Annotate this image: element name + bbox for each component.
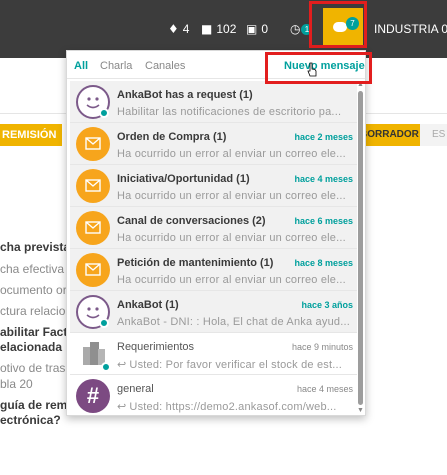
preview-title: general bbox=[117, 383, 154, 395]
preview-item[interactable]: AnkaBot (1) hace 3 años AnkaBot - DNI: :… bbox=[70, 291, 357, 333]
scroll-thumb[interactable] bbox=[358, 91, 363, 405]
preview-body: Ha ocurrido un error al enviar un correo… bbox=[117, 274, 346, 286]
preview-item[interactable]: Canal de conversaciones (2) hace 6 meses… bbox=[70, 207, 357, 249]
preview-item[interactable]: Orden de Compra (1) hace 2 meses Ha ocur… bbox=[70, 123, 357, 165]
preview-item[interactable]: Iniciativa/Oportunidad (1) hace 4 meses … bbox=[70, 165, 357, 207]
envelope-icon bbox=[76, 253, 110, 287]
preview-body: Usted: Por favor verificar el stock de e… bbox=[129, 359, 342, 371]
money-count: 0 bbox=[261, 22, 269, 36]
preview-title: AnkaBot has a request (1) bbox=[117, 89, 253, 101]
reply-icon: ↩ bbox=[117, 359, 127, 371]
truck-count: 102 bbox=[216, 22, 237, 36]
hand-cursor-icon bbox=[307, 62, 317, 77]
bot-avatar-icon bbox=[76, 85, 110, 119]
preview-title: AnkaBot (1) bbox=[117, 299, 179, 311]
field-label: cha prevista bbox=[0, 240, 71, 254]
preview-body: AnkaBot - DNI: : Hola, El chat de Anka a… bbox=[117, 316, 350, 328]
preview-item[interactable]: Petición de mantenimiento (1) hace 8 mes… bbox=[70, 249, 357, 291]
bot-avatar-icon bbox=[76, 295, 110, 329]
scroll-down-arrow-icon[interactable]: ▼ bbox=[357, 407, 364, 415]
field-label: cha efectiva bbox=[0, 262, 65, 276]
preview-date: hace 6 meses bbox=[294, 216, 353, 226]
gift-icon: ♦ bbox=[168, 22, 179, 36]
preview-date: hace 8 meses bbox=[294, 258, 353, 268]
online-status-icon bbox=[99, 108, 109, 118]
company-switcher[interactable]: INDUSTRIA 04 S bbox=[374, 0, 447, 58]
field-label: ectrónica? bbox=[0, 413, 61, 427]
clock-icon: ◷ bbox=[290, 22, 301, 36]
preview-title: Petición de mantenimiento (1) bbox=[117, 257, 274, 269]
preview-item[interactable]: # general hace 4 meses ↩ Usted: https://d… bbox=[70, 375, 357, 415]
preview-item[interactable]: AnkaBot has a request (1) Habilitar las … bbox=[70, 81, 357, 123]
preview-body: Ha ocurrido un error al enviar un correo… bbox=[117, 232, 346, 244]
annotation-highlight-messaging bbox=[309, 1, 367, 48]
preview-body: Habilitar las notificaciones de escritor… bbox=[117, 106, 342, 118]
dropdown-scrollbar[interactable]: ▲ ▼ bbox=[357, 81, 364, 415]
server-group-icon bbox=[76, 337, 111, 372]
envelope-icon bbox=[76, 211, 110, 245]
field-label: bla 20 bbox=[0, 377, 33, 391]
money-icon: ▣ bbox=[246, 22, 258, 36]
annotation-highlight-new-message bbox=[265, 52, 372, 84]
truck-icon: ■ bbox=[201, 22, 213, 36]
online-status-icon bbox=[99, 318, 109, 328]
field-label: otivo de trasla bbox=[0, 361, 75, 375]
preview-body: Ha ocurrido un error al enviar un correo… bbox=[117, 148, 346, 160]
preview-title: Requerimientos bbox=[117, 341, 195, 353]
preview-body: Ha ocurrido un error al enviar un correo… bbox=[117, 190, 346, 202]
preview-title: Canal de conversaciones (2) bbox=[117, 215, 266, 227]
preview-title: Iniciativa/Oportunidad (1) bbox=[117, 173, 250, 185]
filter-chat[interactable]: Charla bbox=[100, 60, 132, 72]
filter-all[interactable]: All bbox=[74, 60, 88, 72]
reply-icon: ↩ bbox=[117, 401, 127, 413]
field-label: elacionada bbox=[0, 340, 63, 354]
preview-date: hace 4 meses bbox=[296, 384, 353, 394]
messaging-dropdown: All Charla Canales Nuevo mensaje AnkaBot… bbox=[66, 50, 366, 416]
preview-date: hace 4 meses bbox=[294, 174, 353, 184]
remision-button[interactable]: REMISIÓN bbox=[0, 124, 62, 146]
preview-date: hace 9 minutos bbox=[291, 342, 353, 352]
gift-count: 4 bbox=[182, 22, 190, 36]
online-status-icon bbox=[101, 362, 111, 372]
preview-date: hace 3 años bbox=[301, 300, 353, 310]
preview-title: Orden de Compra (1) bbox=[117, 131, 227, 143]
preview-date: hace 2 meses bbox=[294, 132, 353, 142]
envelope-icon bbox=[76, 127, 110, 161]
preview-item[interactable]: Requerimientos hace 9 minutos ↩ Usted: Po… bbox=[70, 333, 357, 375]
hash-icon: # bbox=[76, 379, 110, 413]
preview-body: Usted: https://demo2.ankasof.com/web... bbox=[129, 401, 337, 413]
envelope-icon bbox=[76, 169, 110, 203]
filter-channels[interactable]: Canales bbox=[145, 60, 185, 72]
status-next[interactable]: ES bbox=[420, 124, 447, 146]
